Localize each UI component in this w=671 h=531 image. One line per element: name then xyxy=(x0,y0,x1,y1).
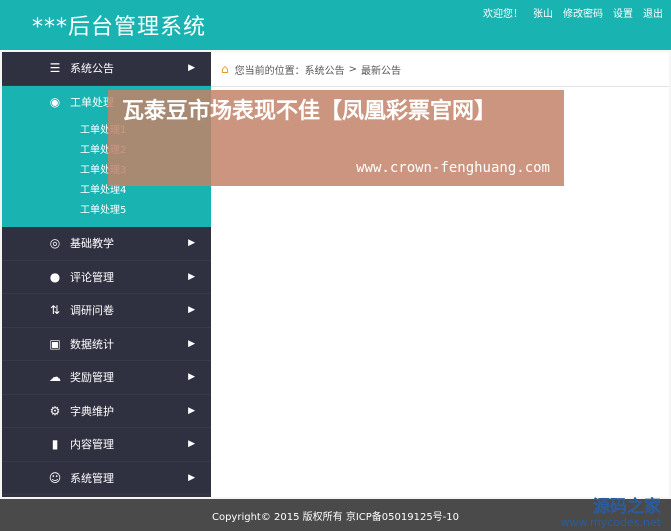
sidebar-item-label: 内容管理 xyxy=(70,438,114,452)
chevron-right-icon: ▶ xyxy=(188,472,195,483)
username-link[interactable]: 张山 xyxy=(533,5,553,20)
sidebar-item-survey[interactable]: ⇅ 调研问卷 ▶ xyxy=(2,294,211,328)
app-logo: ***后台管理系统 xyxy=(32,15,207,40)
chevron-right-icon: ▶ xyxy=(188,271,195,282)
sidebar-item-label: 数据统计 xyxy=(70,337,114,351)
breadcrumb-link-announcements[interactable]: 系统公告 xyxy=(305,62,345,77)
book-icon: ▮ xyxy=(51,437,59,452)
gear-icon: ⚙ xyxy=(49,403,61,418)
footer-copyright: Copyright© 2015 版权所有 京ICP备05019125号-10 xyxy=(211,511,460,523)
news-icon: ☰ xyxy=(49,61,61,76)
breadcrumb-separator: > xyxy=(348,63,358,75)
sidebar-item-comments[interactable]: ● 评论管理 ▶ xyxy=(2,261,211,294)
sidebar-item-rewards[interactable]: ☁ 奖励管理 ▶ xyxy=(2,361,211,395)
top-links: 欢迎您！ 张山 修改密码 设置 退出 xyxy=(483,5,663,20)
watermark-name: 源码之家 xyxy=(593,497,661,517)
chevron-right-icon: ▶ xyxy=(188,63,195,74)
sidebar-item-label: 字典维护 xyxy=(70,404,114,418)
ad-overlay-url: www.crown-fenghuang.com xyxy=(356,160,550,176)
footer: Copyright© 2015 版权所有 京ICP备05019125号-10 源… xyxy=(0,498,671,531)
sidebar-item-label: 调研问卷 xyxy=(70,304,114,318)
sidebar-item-announcements[interactable]: ☰ 系统公告 ▶ xyxy=(2,52,211,86)
sidebar-item-statistics[interactable]: ▣ 数据统计 ▶ xyxy=(2,328,211,361)
site-watermark: 源码之家 www.mycodes.net xyxy=(560,498,661,529)
submenu-item-ticket-5[interactable]: 工单处理5 xyxy=(2,201,211,221)
change-password-link[interactable]: 修改密码 xyxy=(563,5,603,20)
watermark-url: www.mycodes.net xyxy=(560,516,661,529)
stats-icon: ▣ xyxy=(49,336,61,351)
sidebar-item-dictionary[interactable]: ⚙ 字典维护 ▶ xyxy=(2,395,211,428)
chevron-right-icon: ▶ xyxy=(188,439,195,450)
survey-icon: ⇅ xyxy=(49,303,61,318)
sidebar-item-label: 评论管理 xyxy=(70,270,114,284)
app-icon: ● xyxy=(49,269,61,284)
ad-overlay-title: 瓦泰豆市场表现不佳【凤凰彩票官网】 xyxy=(122,99,497,124)
chevron-right-icon: ▶ xyxy=(188,305,195,316)
breadcrumb-current: 最新公告 xyxy=(361,65,402,77)
logout-link[interactable]: 退出 xyxy=(643,5,663,20)
sidebar-item-label: 基础教学 xyxy=(70,237,114,251)
user-admin-icon: ☺ xyxy=(48,470,62,485)
ticket-icon: ◉ xyxy=(49,95,61,110)
target-icon: ◎ xyxy=(49,236,61,251)
chevron-right-icon: ▶ xyxy=(188,372,195,383)
chevron-right-icon: ▶ xyxy=(188,405,195,416)
breadcrumb: ⌂ 您当前的位置： 系统公告 > 最新公告 xyxy=(211,52,669,87)
sidebar-item-content[interactable]: ▮ 内容管理 ▶ xyxy=(2,428,211,462)
sidebar-item-label: 奖励管理 xyxy=(70,371,114,385)
chevron-right-icon: ▶ xyxy=(188,238,195,249)
sidebar-item-label: 系统公告 xyxy=(70,62,114,76)
top-header: ***后台管理系统 欢迎您！ 张山 修改密码 设置 退出 xyxy=(0,0,671,50)
ad-overlay-banner[interactable]: 瓦泰豆市场表现不佳【凤凰彩票官网】 www.crown-fenghuang.co… xyxy=(108,90,564,186)
sidebar-item-teaching[interactable]: ◎ 基础教学 ▶ xyxy=(2,227,211,261)
chevron-right-icon: ▶ xyxy=(188,338,195,349)
sidebar-item-label: 系统管理 xyxy=(70,471,114,485)
settings-link[interactable]: 设置 xyxy=(613,5,633,20)
sidebar-item-system[interactable]: ☺ 系统管理 ▶ xyxy=(2,462,211,495)
home-icon[interactable]: ⌂ xyxy=(221,62,229,76)
breadcrumb-prefix: 您当前的位置： xyxy=(234,65,305,77)
welcome-text: 欢迎您！ xyxy=(483,9,523,20)
cloud-icon: ☁ xyxy=(49,370,61,385)
